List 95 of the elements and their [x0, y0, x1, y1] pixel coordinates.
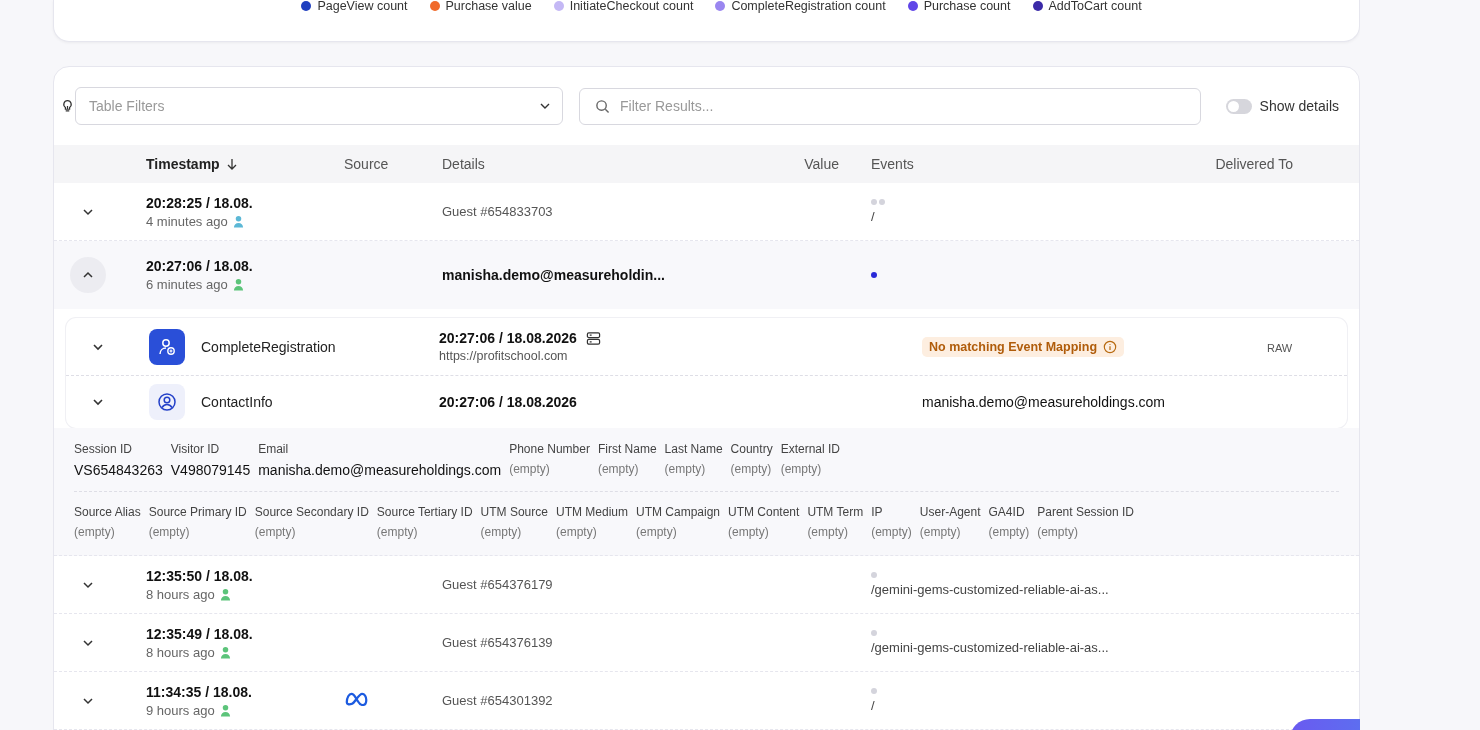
- page-path: /gemini-gems-customized-reliable-ai-as...: [871, 640, 1110, 655]
- field-label: Last Name: [664, 442, 723, 456]
- relative-time: 8 hours ago: [146, 644, 215, 660]
- field-label: Phone Number: [509, 442, 590, 456]
- event-timestamp: 20:27:06 / 18.08.2026: [439, 330, 577, 346]
- timestamp: 20:28:25 / 18.08.: [146, 194, 254, 211]
- field-value: manisha.demo@measureholdings.com: [258, 462, 502, 478]
- field-label: Session ID: [74, 442, 134, 456]
- timestamp: 11:34:35 / 18.08.: [146, 683, 253, 700]
- search-icon: [595, 98, 610, 114]
- field-value: VS654843263: [74, 462, 163, 478]
- field-label: Email: [258, 442, 290, 456]
- page-path: /gemini-gems-customized-reliable-ai-as...: [871, 582, 1110, 597]
- field-value: (empty): [74, 525, 116, 539]
- column-header[interactable]: Events: [871, 156, 1163, 172]
- legend-label: Purchase count: [923, 0, 1011, 13]
- field-value: (empty): [988, 525, 1030, 539]
- timestamp: 12:35:49 / 18.08.: [146, 625, 254, 642]
- field-value: (empty): [807, 525, 850, 539]
- chevron-down-icon: [92, 396, 104, 408]
- field-value: (empty): [780, 462, 823, 476]
- timestamp: 12:35:50 / 18.08.: [146, 567, 254, 584]
- field-label: Source Tertiary ID: [376, 505, 473, 519]
- lightbulb-icon: [61, 99, 74, 113]
- field-label: UTM Campaign: [636, 505, 720, 519]
- guest-id: Guest #654376139: [442, 635, 554, 650]
- page-path: /: [871, 698, 876, 713]
- table-filters-dropdown[interactable]: Table Filters: [75, 87, 563, 125]
- timestamp: 20:27:06 / 18.08.: [146, 258, 254, 274]
- legend-label: Purchase value: [445, 0, 532, 13]
- toggle-switch[interactable]: [1225, 98, 1252, 114]
- search-field[interactable]: Filter Results...: [579, 87, 1201, 125]
- field-value: (empty): [509, 462, 551, 476]
- field-value: (empty): [871, 525, 912, 539]
- field-label: User-Agent: [919, 505, 981, 519]
- field-value: (empty): [480, 525, 523, 539]
- field-label: External ID: [780, 442, 840, 456]
- column-header[interactable]: Timestamp: [146, 156, 334, 172]
- column-header[interactable]: Delivered To: [1163, 156, 1293, 172]
- warning-badge: No matching Event Mapping: [922, 336, 1125, 357]
- field-label: Visitor ID: [170, 442, 221, 456]
- field-value: V498079145: [170, 462, 251, 478]
- field-label: First Name: [597, 442, 657, 456]
- legend-label: InitiateCheckout count: [569, 0, 694, 13]
- toggle-label: Show details: [1259, 98, 1339, 114]
- guest-id: Guest #654301392: [442, 693, 554, 708]
- event-name: ContactInfo: [201, 394, 274, 410]
- event-url: https://profitschool.com: [439, 349, 569, 363]
- event-timestamp: 20:27:06 / 18.08.2026: [439, 394, 577, 410]
- relative-time: 8 hours ago: [146, 586, 215, 602]
- field-value: (empty): [636, 525, 678, 539]
- guest-id: Guest #654833703: [442, 204, 554, 219]
- column-header[interactable]: Details: [442, 156, 779, 172]
- field-label: Parent Session ID: [1037, 505, 1134, 519]
- legend-label: CompleteRegistration count: [731, 0, 886, 13]
- field-value: (empty): [148, 525, 191, 539]
- field-value: (empty): [555, 525, 598, 539]
- relative-time: 4 minutes ago: [146, 213, 228, 229]
- info-icon: [1103, 339, 1118, 354]
- field-label: GA4ID: [988, 505, 1026, 519]
- table-row[interactable]: 12:35:50 / 18.08. 8 hours ago Guest #654376179 /gemini-gems-customized-reliable-ai-as...: [54, 556, 1359, 614]
- expand-button[interactable]: [92, 396, 104, 408]
- field-value: (empty): [664, 462, 707, 476]
- table-row[interactable]: 20:27:06 / 18.08. 6 minutes ago manisha.demo@measureholdin...: [54, 241, 1359, 309]
- column-header[interactable]: Source: [334, 156, 442, 172]
- legend-label: PageView count: [317, 0, 408, 13]
- field-label: Source Secondary ID: [254, 505, 369, 519]
- relative-time: 6 minutes ago: [146, 277, 228, 292]
- event-value: manisha.demo@measureholdings.com: [922, 394, 1165, 410]
- field-value: (empty): [1037, 525, 1079, 539]
- field-label: UTM Term: [807, 505, 864, 519]
- field-label: UTM Source: [480, 505, 548, 519]
- field-label: Country: [730, 442, 773, 456]
- field-value: (empty): [254, 525, 297, 539]
- relative-time: 9 hours ago: [146, 702, 215, 718]
- user-add-icon: [149, 328, 185, 365]
- field-label: UTM Medium: [555, 505, 628, 519]
- email-text: manisha.demo@measureholdin...: [442, 267, 666, 283]
- event-name: CompleteRegistration: [201, 338, 337, 355]
- field-label: Source Alias: [74, 505, 141, 519]
- guest-id: Guest #654376179: [442, 577, 554, 592]
- server-icon: [585, 330, 601, 346]
- delivery-label: RAW: [1267, 341, 1293, 354]
- field-value: (empty): [597, 462, 640, 476]
- collapse-button[interactable]: [70, 257, 106, 293]
- field-label: IP: [871, 505, 884, 519]
- field-label: UTM Content: [728, 505, 800, 519]
- field-label: Source Primary ID: [148, 505, 247, 519]
- column-header[interactable]: Value: [779, 156, 839, 172]
- page-path: /: [871, 209, 876, 224]
- field-value: (empty): [919, 525, 962, 539]
- field-value: (empty): [728, 525, 770, 539]
- field-value: (empty): [376, 525, 419, 539]
- table-row[interactable]: 12:35:49 / 18.08. 8 hours ago Guest #654376139 /gemini-gems-customized-reliable-ai-as...: [54, 614, 1359, 672]
- legend-label: AddToCart count: [1048, 0, 1142, 13]
